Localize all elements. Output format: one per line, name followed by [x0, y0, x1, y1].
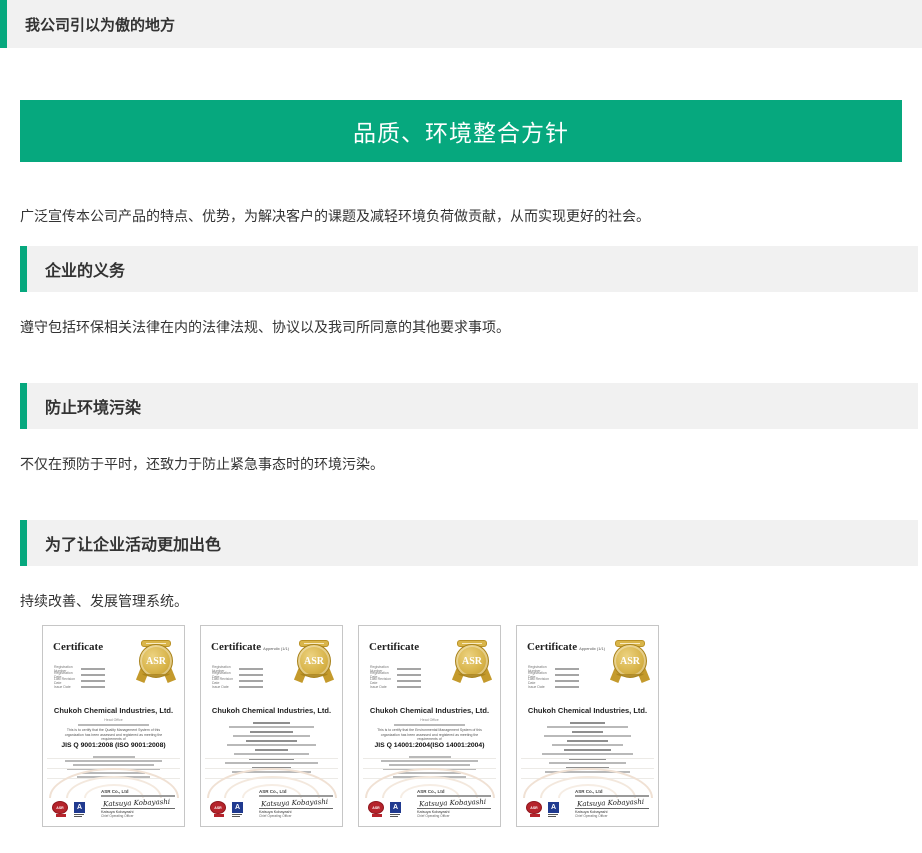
section-heading-bar: 防止环境污染: [20, 383, 918, 429]
certificate-footer: ASR A ASR Co., Ltd Katsuya Kobayashi Kat…: [52, 789, 175, 819]
certification-statement: This is to certify that the Environmenta…: [373, 728, 486, 742]
certificate-title: CertificateAppendix (1/1): [527, 641, 605, 653]
certificate-gallery: Certificate ASR Registration Number Regi…: [42, 625, 922, 827]
section-body: 不仅在预防于平时，还致力于防止紧急事态时的环境污染。: [20, 456, 902, 472]
company-name: Chukoh Chemical Industries, Ltd.: [517, 706, 658, 715]
issuer-block: ASR Co., Ltd Katsuya Kobayashi Katsuya K…: [259, 789, 333, 819]
section-better-activities: 为了让企业活动更加出色 持续改善、发展管理系统。: [0, 520, 922, 609]
asr-crest-icon: ASR: [210, 801, 228, 818]
certificate-footer: ASR A ASR Co., Ltd Katsuya Kobayashi Kat…: [526, 789, 649, 819]
company-name: Chukoh Chemical Industries, Ltd.: [43, 706, 184, 715]
signature: Katsuya Kobayashi: [103, 797, 175, 808]
certificate-footer: ASR A ASR Co., Ltd Katsuya Kobayashi Kat…: [210, 789, 333, 819]
registration-meta: Registration Number Registration Date La…: [528, 666, 579, 690]
certification-statement: This is to certify that the Quality Mana…: [57, 728, 170, 742]
signature: Katsuya Kobayashi: [419, 797, 491, 808]
page-title: 我公司引以为傲的地方: [25, 14, 175, 35]
head-office-lines: Head Office: [359, 718, 500, 728]
standard-line: JIS Q 9001:2008 (ISO 9001:2008): [43, 742, 184, 749]
asr-crest-icon: ASR: [526, 801, 544, 818]
section-pollution-prevention: 防止环境污染 不仅在预防于平时，还致力于防止紧急事态时的环境污染。: [0, 383, 922, 472]
issuer-block: ASR Co., Ltd Katsuya Kobayashi Katsuya K…: [575, 789, 649, 819]
certificate-title: Certificate: [53, 641, 103, 653]
issuer-block: ASR Co., Ltd Katsuya Kobayashi Katsuya K…: [101, 789, 175, 819]
policy-banner-title: 品质、环境整合方针: [353, 114, 569, 148]
page-header: 我公司引以为傲的地方: [0, 0, 922, 48]
accreditation-mark-icon: A: [232, 802, 244, 818]
asr-crest-icon: ASR: [368, 801, 386, 818]
section-heading: 为了让企业活动更加出色: [45, 531, 221, 555]
registration-scope-lines: [377, 754, 482, 780]
registration-meta: Registration Number Registration Date La…: [370, 666, 421, 690]
registration-meta: Registration Number Registration Date La…: [54, 666, 105, 690]
certificate-title: CertificateAppendix (1/1): [211, 641, 289, 653]
asr-crest-icon: ASR: [52, 801, 70, 818]
accreditation-mark-icon: A: [548, 802, 560, 818]
certificate-iso9001-appendix[interactable]: CertificateAppendix (1/1) ASR Registrati…: [200, 625, 343, 827]
section-heading: 防止环境污染: [45, 394, 141, 418]
registration-meta: Registration Number Registration Date La…: [212, 666, 263, 690]
intro-paragraph: 广泛宣传本公司产品的特点、优势，为解决客户的课题及减轻环境负荷做贡献，从而实现更…: [20, 208, 902, 224]
section-heading-bar: 为了让企业活动更加出色: [20, 520, 918, 566]
certificate-title: Certificate: [369, 641, 419, 653]
asr-medal-icon: ASR: [138, 638, 174, 686]
registration-scope-lines: [61, 754, 166, 780]
asr-medal-icon: ASR: [454, 638, 490, 686]
certificate-iso14001-appendix[interactable]: CertificateAppendix (1/1) ASR Registrati…: [516, 625, 659, 827]
office-list-lines: [533, 720, 642, 776]
asr-medal-icon: ASR: [296, 638, 332, 686]
certificate-iso14001[interactable]: Certificate ASR Registration Number Regi…: [358, 625, 501, 827]
standard-line: JIS Q 14001:2004(ISO 14001:2004): [359, 742, 500, 749]
signature: Katsuya Kobayashi: [261, 797, 333, 808]
issuer-block: ASR Co., Ltd Katsuya Kobayashi Katsuya K…: [417, 789, 491, 819]
accreditation-mark-icon: A: [74, 802, 86, 818]
certificate-iso9001[interactable]: Certificate ASR Registration Number Regi…: [42, 625, 185, 827]
accreditation-mark-icon: A: [390, 802, 402, 818]
section-body: 遵守包括环保相关法律在内的法律法规、协议以及我司所同意的其他要求事项。: [20, 319, 902, 335]
policy-banner: 品质、环境整合方针: [20, 100, 902, 162]
office-list-lines: [217, 720, 326, 776]
signature: Katsuya Kobayashi: [577, 797, 649, 808]
section-heading: 企业的义务: [45, 257, 125, 281]
company-name: Chukoh Chemical Industries, Ltd.: [359, 706, 500, 715]
head-office-lines: Head Office: [43, 718, 184, 728]
section-corporate-duty: 企业的义务 遵守包括环保相关法律在内的法律法规、协议以及我司所同意的其他要求事项…: [0, 246, 922, 335]
company-name: Chukoh Chemical Industries, Ltd.: [201, 706, 342, 715]
certificate-footer: ASR A ASR Co., Ltd Katsuya Kobayashi Kat…: [368, 789, 491, 819]
section-heading-bar: 企业的义务: [20, 246, 918, 292]
asr-medal-icon: ASR: [612, 638, 648, 686]
section-body: 持续改善、发展管理系统。: [20, 593, 902, 609]
